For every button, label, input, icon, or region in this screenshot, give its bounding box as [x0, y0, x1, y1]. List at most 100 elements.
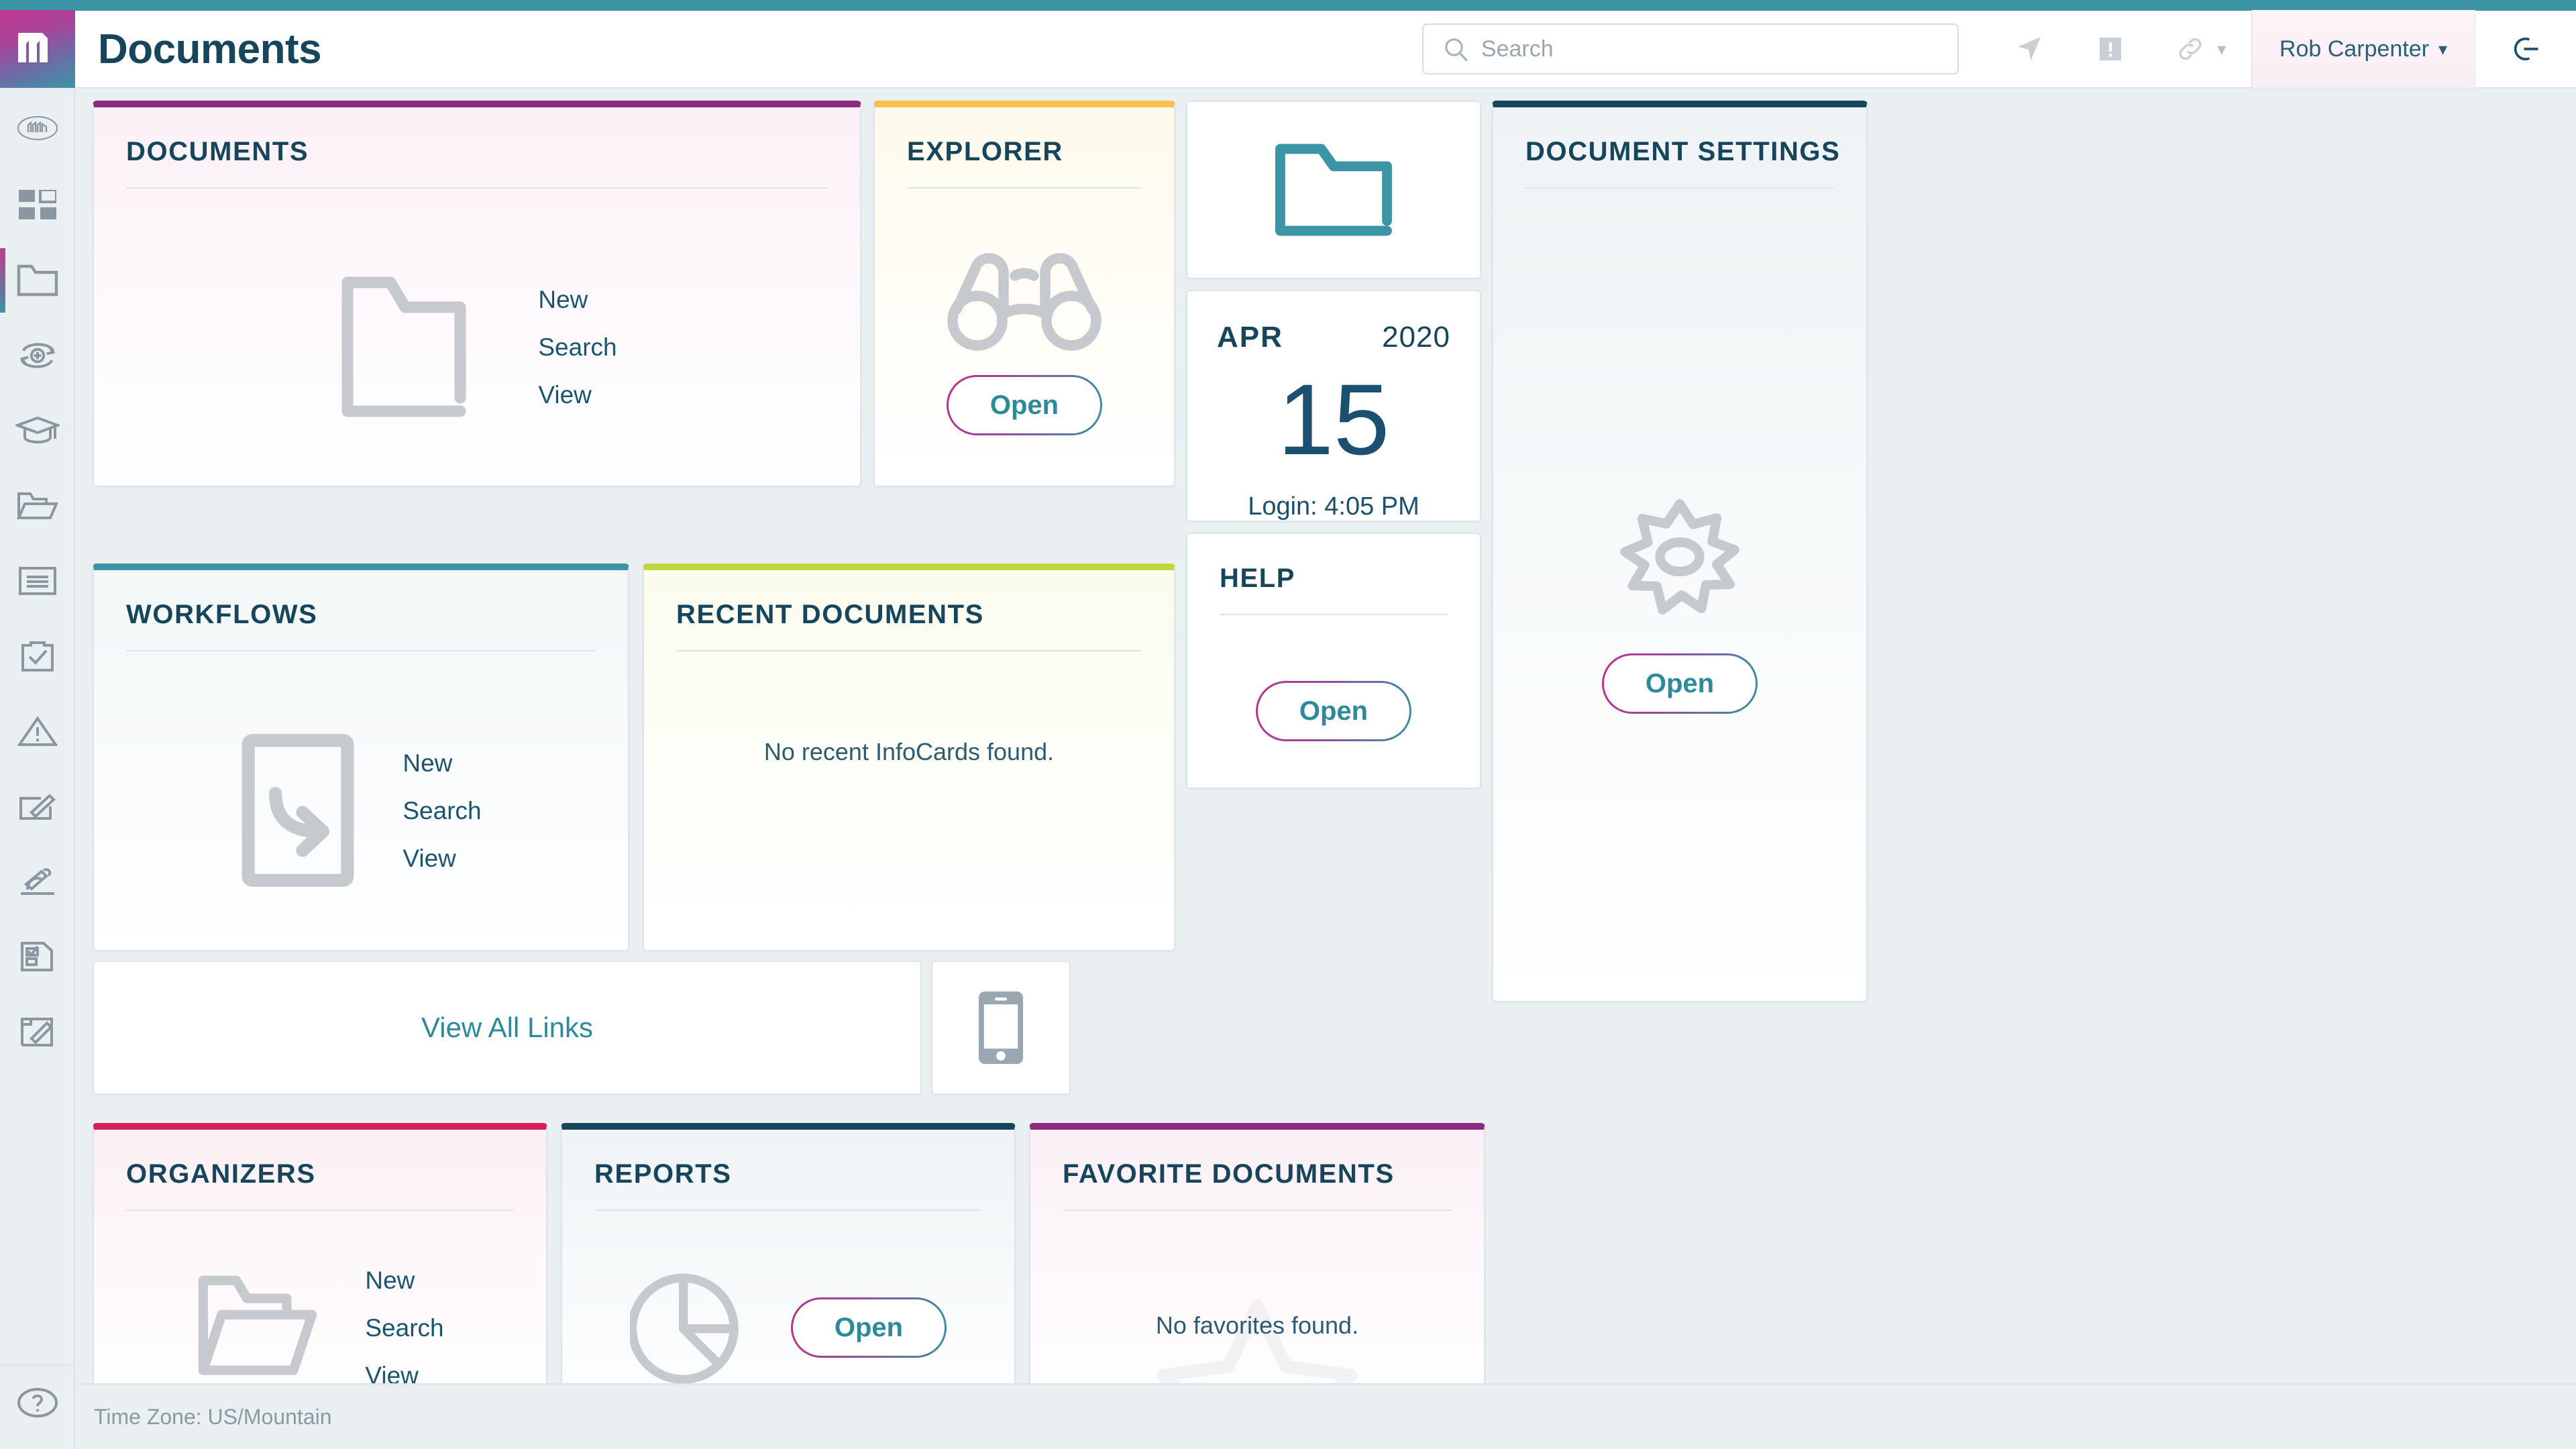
card-mobile-tile[interactable] [931, 961, 1071, 1095]
divider [907, 187, 1142, 189]
sidebar-item-documents[interactable] [0, 243, 75, 318]
top-accent-strip [0, 0, 2576, 11]
sidebar-item-drafts[interactable] [0, 994, 75, 1069]
card-body-workflows: New Search View [94, 671, 628, 950]
dashboard-grid-icon [19, 190, 56, 219]
sidebar-item-dashboard[interactable] [0, 168, 75, 243]
card-body-documents: New Search View [94, 208, 860, 486]
document-edit-icon [21, 1018, 53, 1046]
card-body-document-settings: Open [1493, 208, 1866, 1001]
send-icon[interactable] [1990, 10, 2070, 88]
user-menu[interactable]: Rob Carpenter ▾ [2251, 10, 2475, 88]
help-open-button[interactable]: Open [1256, 681, 1411, 741]
workflow-arrow-icon [241, 734, 354, 887]
workflows-links: New Search View [402, 751, 481, 871]
sidebar-item-organizers[interactable] [0, 468, 75, 543]
reports-open-button[interactable]: Open [791, 1297, 947, 1358]
card-documents[interactable]: DOCUMENTS New Search View [93, 101, 861, 487]
metrc-m-logo-icon [18, 33, 48, 62]
card-view-all-links[interactable]: View All Links [93, 961, 922, 1095]
app-logo[interactable] [0, 10, 75, 88]
folder-icon [17, 264, 58, 297]
divider [594, 1210, 982, 1211]
date-month: APR [1217, 321, 1283, 354]
search-input[interactable] [1421, 23, 1959, 74]
sidebar-item-reports[interactable] [0, 543, 75, 619]
documents-links: New Search View [538, 287, 616, 407]
workflows-link-view[interactable]: View [402, 846, 481, 871]
date-header: APR 2020 [1187, 291, 1480, 354]
card-document-settings[interactable]: DOCUMENT SETTINGS Open [1492, 101, 1868, 1002]
date-year: 2020 [1382, 321, 1450, 354]
explorer-open-button[interactable]: Open [947, 375, 1102, 435]
card-title-explorer: EXPLORER [907, 137, 1063, 166]
sidebar-item-training[interactable] [0, 393, 75, 468]
link-icon[interactable]: ▾ [2151, 10, 2251, 88]
clipboard-check-icon [21, 641, 54, 672]
card-recent-documents[interactable]: RECENT DOCUMENTS No recent InfoCards fou… [643, 564, 1175, 951]
card-title-workflows: WORKFLOWS [126, 600, 318, 629]
card-help[interactable]: HELP Open [1186, 533, 1481, 789]
divider [126, 1210, 514, 1211]
workflows-link-search[interactable]: Search [402, 798, 481, 823]
view-all-links-label[interactable]: View All Links [421, 1012, 593, 1044]
card-explorer[interactable]: EXPLORER Open [873, 101, 1175, 487]
alert-icon-glyph [2099, 38, 2121, 60]
sidebar-item-help[interactable] [0, 1364, 75, 1440]
login-time: Login: 4:05 PM [1248, 492, 1419, 521]
logout-icon [2514, 38, 2538, 60]
pie-chart-icon [629, 1273, 739, 1383]
divider [1525, 187, 1834, 189]
organizers-link-new[interactable]: New [365, 1268, 443, 1293]
card-title-help: HELP [1220, 564, 1296, 593]
help-circle-icon [17, 1388, 58, 1417]
warning-triangle-icon [17, 716, 58, 746]
divider [1220, 614, 1448, 615]
recent-documents-empty-message: No recent InfoCards found. [763, 738, 1055, 765]
sidebar-item-approvals[interactable] [0, 919, 75, 994]
organizers-link-search[interactable]: Search [365, 1316, 443, 1340]
document-lines-icon [19, 567, 56, 595]
favorite-documents-content: No favorites found. Open Explorer > [1156, 1311, 1358, 1425]
card-title-document-settings: DOCUMENT SETTINGS [1525, 137, 1841, 166]
sidebar-item-transfers[interactable] [0, 318, 75, 393]
card-title-documents: DOCUMENTS [126, 137, 309, 166]
documents-link-search[interactable]: Search [538, 335, 616, 360]
folder-teal-icon [1275, 144, 1392, 236]
divider [676, 650, 1142, 651]
folder-outline-icon [341, 276, 466, 417]
logout-button[interactable] [2475, 10, 2576, 88]
card-folder-tile[interactable] [1186, 101, 1481, 279]
gear-icon [1620, 499, 1739, 615]
card-favorite-documents[interactable]: FAVORITE DOCUMENTS No favorites found. O… [1029, 1123, 1485, 1426]
card-workflows[interactable]: WORKFLOWS New Search View [93, 564, 629, 951]
timezone-label: Time Zone: US/Mountain [94, 1404, 332, 1429]
card-title-organizers: ORGANIZERS [126, 1159, 316, 1189]
sidebar-item-alerts[interactable] [0, 694, 75, 769]
send-icon-glyph [2018, 37, 2041, 61]
document-settings-open-button[interactable]: Open [1602, 653, 1758, 714]
card-title-recent-documents: RECENT DOCUMENTS [676, 600, 984, 629]
edit-box-icon [19, 794, 56, 820]
link-icon-glyph [2179, 38, 2202, 60]
dashboard-canvas: DOCUMENTS New Search View EXPLORER Open … [76, 89, 2576, 1426]
card-reports[interactable]: REPORTS Open [561, 1123, 1016, 1426]
open-folder-outline-icon [199, 1275, 317, 1375]
sidebar-item-edit[interactable] [0, 769, 75, 844]
card-body-help: Open [1187, 635, 1480, 788]
card-organizers[interactable]: ORGANIZERS New Search View [93, 1123, 547, 1426]
user-name: Rob Carpenter [2279, 36, 2429, 62]
card-date: APR 2020 15 Login: 4:05 PM [1186, 290, 1481, 522]
documents-link-new[interactable]: New [538, 287, 616, 312]
alert-icon[interactable] [2070, 10, 2151, 88]
sidebar-item-lab[interactable] [0, 844, 75, 919]
smartphone-icon [979, 991, 1023, 1064]
workflows-link-new[interactable]: New [402, 751, 481, 775]
sidebar-item-tasks[interactable] [0, 619, 75, 694]
brand-circle-icon [17, 116, 58, 140]
sidebar-item-metrc[interactable] [0, 89, 75, 168]
date-day: 15 [1277, 363, 1390, 476]
card-title-reports: REPORTS [594, 1159, 732, 1189]
document-check-icon [21, 942, 53, 971]
documents-link-view[interactable]: View [538, 382, 616, 407]
